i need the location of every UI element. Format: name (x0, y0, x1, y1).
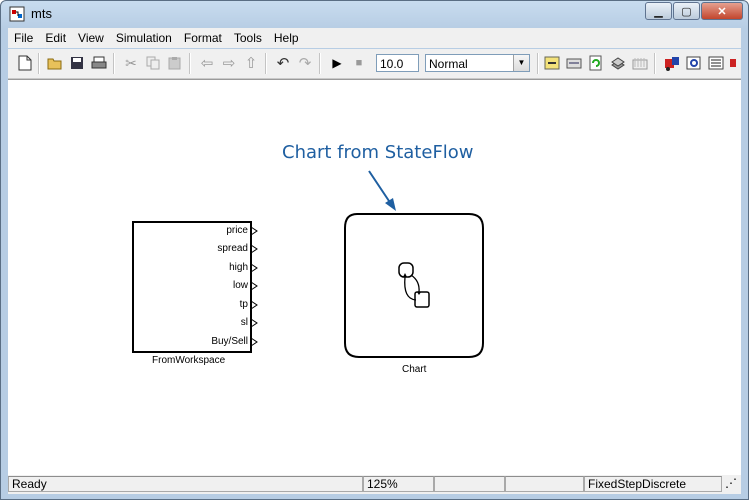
resize-grip-icon[interactable]: ⋰ (722, 476, 741, 492)
start-simulation-button[interactable]: ▶ (328, 54, 346, 72)
copy-icon (146, 56, 160, 70)
cut-button[interactable]: ✂ (122, 54, 140, 72)
fromworkspace-label[interactable]: FromWorkspace (152, 355, 225, 366)
arrow-up-icon: ⇧ (244, 55, 258, 72)
chevron-down-icon[interactable]: ▼ (513, 55, 529, 71)
stop-time-input[interactable]: 10.0 (376, 54, 419, 72)
status-zoom: 125% (363, 476, 434, 492)
close-icon: ✕ (717, 5, 727, 18)
status-solver: FixedStepDiscrete (584, 476, 722, 492)
overflow-icon (730, 59, 736, 67)
menu-format[interactable]: Format (178, 31, 228, 45)
stop-simulation-button[interactable]: ■ (350, 54, 368, 72)
annotation-arrow (368, 170, 396, 211)
build-icon (544, 56, 560, 70)
menu-bar: File Edit View Simulation Format Tools H… (8, 28, 741, 48)
chart-label[interactable]: Chart (402, 364, 426, 375)
up-button[interactable]: ⇧ (242, 54, 260, 72)
refresh-icon (589, 55, 602, 71)
library-browser-button[interactable] (609, 54, 627, 72)
build-button[interactable] (543, 54, 561, 72)
minimize-button[interactable]: ▁ (645, 2, 672, 20)
port-label-buy-sell: Buy/Sell (211, 336, 248, 347)
redo-icon: ↷ (298, 55, 312, 72)
undo-icon: ↶ (276, 55, 290, 72)
menu-edit[interactable]: Edit (39, 31, 72, 45)
play-icon: ▶ (332, 56, 342, 70)
model-explorer-icon (632, 58, 648, 70)
update-diagram-button[interactable] (565, 54, 583, 72)
save-button[interactable] (68, 54, 86, 72)
model-explorer-button[interactable] (631, 54, 649, 72)
back-button[interactable]: ⇦ (198, 54, 216, 72)
maximize-icon: ▢ (681, 5, 692, 18)
stop-icon: ■ (355, 57, 363, 69)
menu-help[interactable]: Help (268, 31, 305, 45)
maximize-button[interactable]: ▢ (673, 2, 700, 20)
model-advisor-icon (708, 56, 724, 70)
debug-button[interactable] (663, 54, 681, 72)
menu-view[interactable]: View (72, 31, 110, 45)
arrow-right-icon: ⇨ (222, 55, 236, 72)
open-folder-icon (47, 58, 62, 70)
forward-button[interactable]: ⇨ (220, 54, 238, 72)
profiler-icon (686, 56, 701, 70)
refresh-button[interactable] (587, 54, 605, 72)
toolbar: ✂ ⇦ ⇨ ⇧ ↶ ↷ ▶ ■ 10.0 Normal ▼ (8, 49, 741, 79)
status-bar: Ready 125% FixedStepDiscrete ⋰ (8, 475, 741, 494)
paste-button[interactable] (166, 54, 184, 72)
scissors-icon: ✂ (125, 54, 137, 71)
menu-tools[interactable]: Tools (228, 31, 268, 45)
port-label-tp: tp (239, 299, 248, 310)
port-label-spread: spread (217, 243, 248, 254)
redo-button[interactable]: ↷ (296, 54, 314, 72)
paste-icon (168, 57, 181, 70)
menu-simulation[interactable]: Simulation (110, 31, 178, 45)
menu-file[interactable]: File (8, 31, 39, 45)
port-label-price: price (226, 225, 248, 236)
arrow-left-icon: ⇦ (200, 55, 214, 72)
port-label-sl: sl (240, 317, 248, 328)
minimize-icon: ▁ (654, 5, 663, 18)
print-button[interactable] (90, 54, 108, 72)
window-title: mts (31, 6, 52, 21)
new-model-button[interactable] (16, 54, 34, 72)
profiler-button[interactable] (685, 54, 703, 72)
debug-icon (665, 57, 679, 71)
port-label-high: high (229, 262, 248, 273)
print-icon (91, 56, 107, 69)
status-empty-1 (434, 476, 505, 492)
undo-button[interactable]: ↶ (274, 54, 292, 72)
output-ports (250, 226, 258, 347)
simulation-mode-select[interactable]: Normal ▼ (425, 54, 530, 72)
status-empty-2 (505, 476, 584, 492)
overflow-button[interactable] (727, 54, 739, 72)
status-ready: Ready (8, 476, 363, 492)
simulation-mode-value: Normal (429, 57, 468, 71)
model-advisor-button[interactable] (707, 54, 725, 72)
open-button[interactable] (46, 54, 64, 72)
library-icon (611, 57, 625, 70)
close-button[interactable]: ✕ (701, 2, 743, 20)
app-window: mts ▁ ▢ ✕ File Edit View Simulation Form… (0, 0, 749, 500)
new-file-icon (18, 55, 32, 71)
annotation-text[interactable]: Chart from StateFlow (282, 142, 474, 163)
update-diagram-icon (566, 58, 582, 69)
save-icon (71, 57, 83, 69)
chart-block[interactable] (343, 213, 485, 359)
copy-button[interactable] (144, 54, 162, 72)
simulink-model-icon (9, 6, 25, 22)
title-bar[interactable]: mts ▁ ▢ ✕ (1, 1, 748, 27)
port-label-low: low (232, 280, 248, 291)
model-canvas[interactable]: Chart from StateFlow price spread high l… (8, 79, 741, 475)
